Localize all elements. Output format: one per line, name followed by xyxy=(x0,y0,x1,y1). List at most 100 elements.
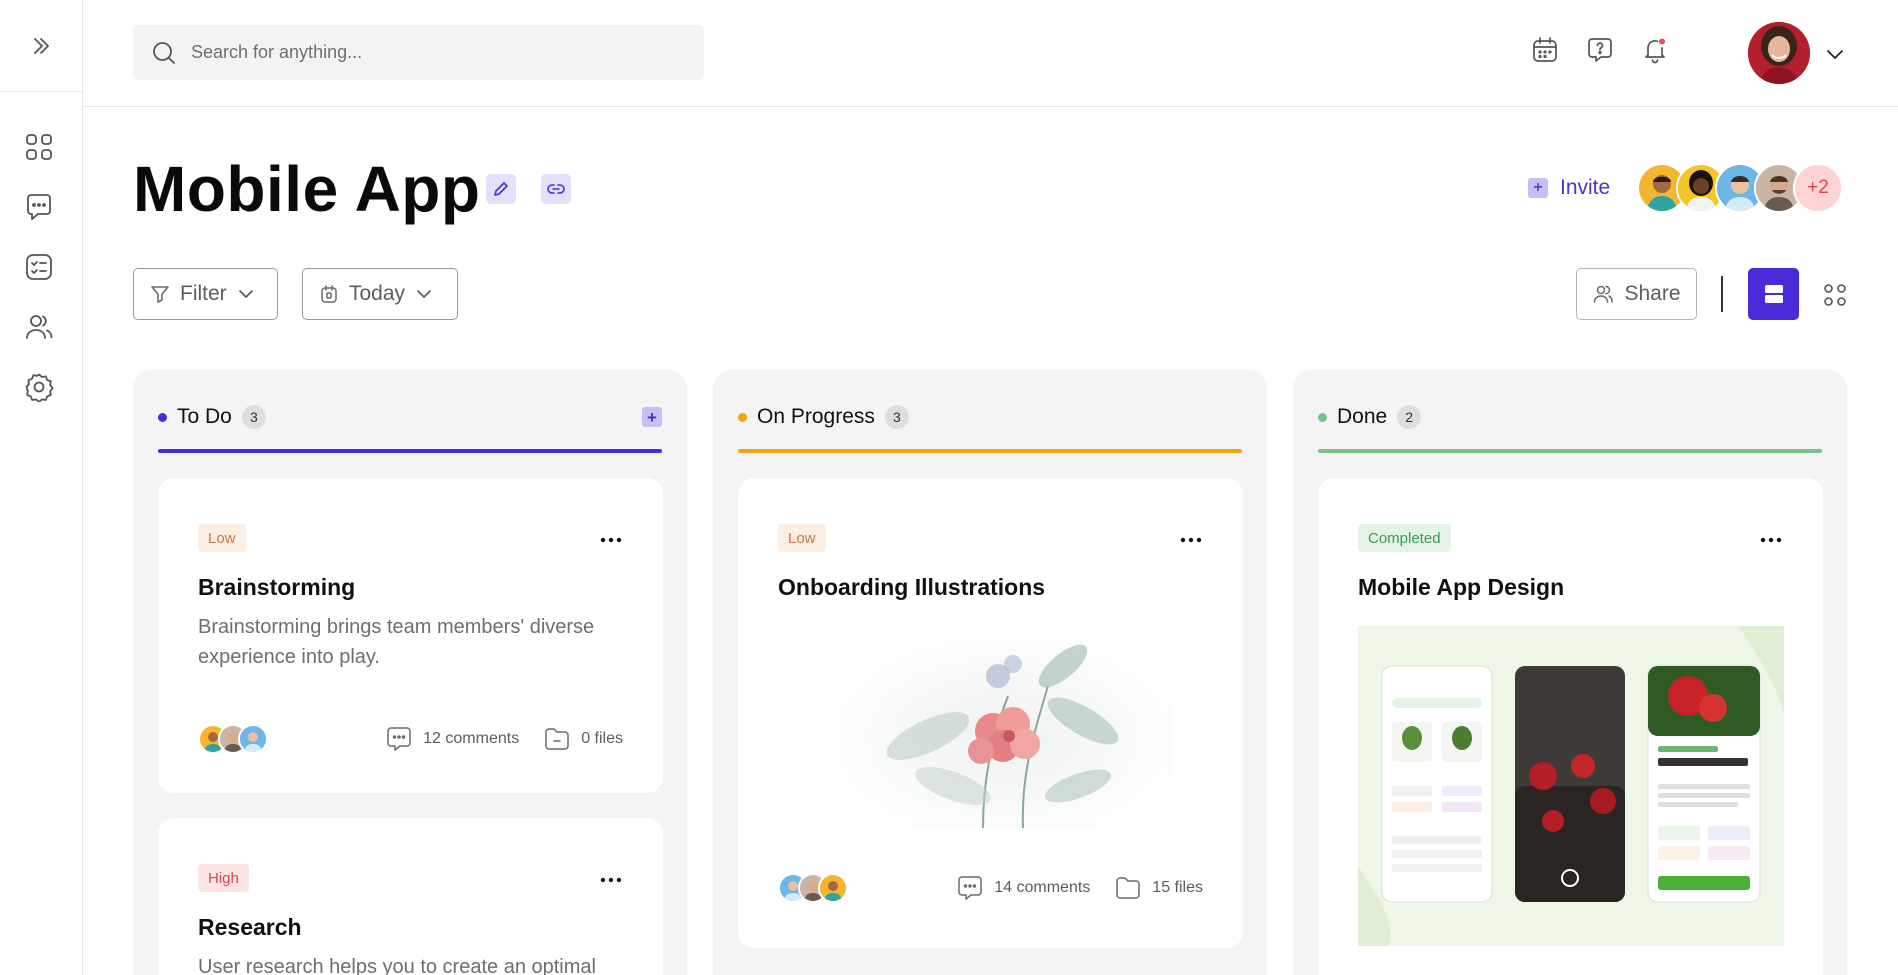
status-tag: Completed xyxy=(1358,524,1451,552)
folder-icon xyxy=(545,728,569,750)
task-card[interactable]: High Research User research helps you to… xyxy=(158,818,663,975)
card-description: Brainstorming brings team members' diver… xyxy=(198,616,595,668)
files-count[interactable]: 15 files xyxy=(1114,874,1203,902)
column-title: On Progress xyxy=(757,405,875,428)
double-chevron-right-icon xyxy=(34,37,49,54)
member-avatars[interactable]: +2 xyxy=(1637,163,1843,213)
column-count-badge: 2 xyxy=(1397,405,1422,429)
sidebar-toggle-button[interactable] xyxy=(0,0,82,92)
invite-button[interactable]: + Invite xyxy=(1528,176,1610,200)
calendar-icon xyxy=(1533,37,1557,62)
filter-button[interactable]: Filter xyxy=(133,268,278,320)
column-header: To Do 3 + xyxy=(158,396,662,438)
more-options-icon[interactable] xyxy=(1179,536,1203,544)
column-header: Done 2 xyxy=(1318,396,1822,438)
card-description: User research helps you to create an opt… xyxy=(198,956,596,975)
link-icon xyxy=(547,184,565,194)
comments-label: 14 comments xyxy=(994,879,1091,896)
folder-icon xyxy=(1116,877,1141,899)
plus-icon: + xyxy=(1528,178,1548,198)
grid-view-icon xyxy=(1824,284,1846,306)
grid-view-button[interactable] xyxy=(1822,282,1848,308)
chat-icon xyxy=(27,194,51,220)
status-dot xyxy=(158,412,167,422)
filter-icon xyxy=(151,286,169,303)
assignee-avatar xyxy=(238,724,268,754)
assignee-avatars[interactable] xyxy=(198,724,268,754)
assignee-avatar xyxy=(818,873,848,903)
comments-count[interactable]: 12 comments xyxy=(385,725,519,753)
add-task-button[interactable]: + xyxy=(642,407,662,427)
tasks-icon xyxy=(26,254,52,280)
help-chat-icon xyxy=(1588,38,1612,62)
date-filter-button[interactable]: Today xyxy=(302,268,458,320)
more-members-badge: +2 xyxy=(1793,163,1843,213)
column-header: On Progress 3 xyxy=(738,396,1242,438)
files-label: 0 files xyxy=(581,730,623,747)
app-design-preview xyxy=(1358,626,1784,946)
share-label: Share xyxy=(1624,282,1681,305)
sidebar-item-team[interactable] xyxy=(22,310,56,344)
date-filter-label: Today xyxy=(349,282,406,305)
sidebar-item-tasks[interactable] xyxy=(22,250,56,284)
team-icon xyxy=(26,315,53,339)
share-users-icon xyxy=(1594,285,1614,303)
user-avatar-image xyxy=(1748,22,1810,84)
column-todo: To Do 3 + Low Brainstorming Brainstormin… xyxy=(133,370,687,975)
column-count-badge: 3 xyxy=(884,405,909,429)
files-label: 15 files xyxy=(1152,879,1203,896)
chevron-down-icon xyxy=(238,290,253,298)
card-title: Onboarding Illustrations xyxy=(778,574,1046,600)
more-options-icon[interactable] xyxy=(1759,536,1783,544)
pencil-icon xyxy=(494,182,508,196)
card-title: Research xyxy=(198,914,302,940)
column-on-progress: On Progress 3 Low Onboarding Illustratio… xyxy=(713,370,1267,975)
chevron-down-icon xyxy=(1827,50,1843,59)
column-underline xyxy=(158,449,662,453)
status-dot xyxy=(738,412,747,422)
more-options-icon[interactable] xyxy=(599,876,623,884)
sidebar-item-messages[interactable] xyxy=(22,190,56,224)
search-icon xyxy=(153,41,175,64)
calendar-icon xyxy=(321,285,337,303)
more-options-icon[interactable] xyxy=(599,536,623,544)
notifications-button[interactable] xyxy=(1639,34,1671,66)
task-card[interactable]: Completed Mobile App Design xyxy=(1318,478,1823,975)
search-bar[interactable] xyxy=(133,25,704,80)
search-input[interactable] xyxy=(191,42,671,63)
top-bar xyxy=(83,0,1898,107)
account-menu-chevron[interactable] xyxy=(1825,44,1845,64)
assignee-avatars[interactable] xyxy=(778,873,848,903)
share-button[interactable]: Share xyxy=(1576,268,1697,320)
card-title: Brainstorming xyxy=(198,574,356,600)
user-avatar[interactable] xyxy=(1748,22,1810,84)
priority-tag: Low xyxy=(198,524,246,552)
copy-link-button[interactable] xyxy=(541,174,571,204)
column-done: Done 2 Completed Mobile App Design xyxy=(1293,370,1847,975)
sidebar-item-dashboard[interactable] xyxy=(22,130,56,164)
board-view-button[interactable] xyxy=(1748,268,1799,320)
page-title: Mobile App xyxy=(133,153,481,225)
priority-tag: Low xyxy=(778,524,826,552)
help-button[interactable] xyxy=(1584,34,1616,66)
comments-count[interactable]: 14 comments xyxy=(956,874,1090,902)
column-count-badge: 3 xyxy=(241,405,266,429)
board-view-icon xyxy=(1764,285,1783,303)
invite-label: Invite xyxy=(1560,176,1611,199)
calendar-button[interactable] xyxy=(1529,34,1561,66)
priority-tag: High xyxy=(198,864,249,892)
chevron-down-icon xyxy=(417,290,431,298)
comment-icon xyxy=(958,876,982,900)
toolbar-divider xyxy=(1721,276,1723,312)
card-footer: 12 comments 0 files xyxy=(198,723,623,755)
column-title: To Do xyxy=(177,405,232,428)
edit-title-button[interactable] xyxy=(486,174,516,204)
files-count[interactable]: 0 files xyxy=(543,725,623,753)
column-underline xyxy=(1318,449,1822,453)
flower-illustration xyxy=(833,626,1173,828)
comments-label: 12 comments xyxy=(423,730,520,747)
card-title: Mobile App Design xyxy=(1358,574,1565,600)
sidebar-item-settings[interactable] xyxy=(22,370,56,404)
task-card[interactable]: Low Brainstorming Brainstorming brings t… xyxy=(158,478,663,793)
task-card[interactable]: Low Onboarding Illustrations 14 comments… xyxy=(738,478,1243,948)
